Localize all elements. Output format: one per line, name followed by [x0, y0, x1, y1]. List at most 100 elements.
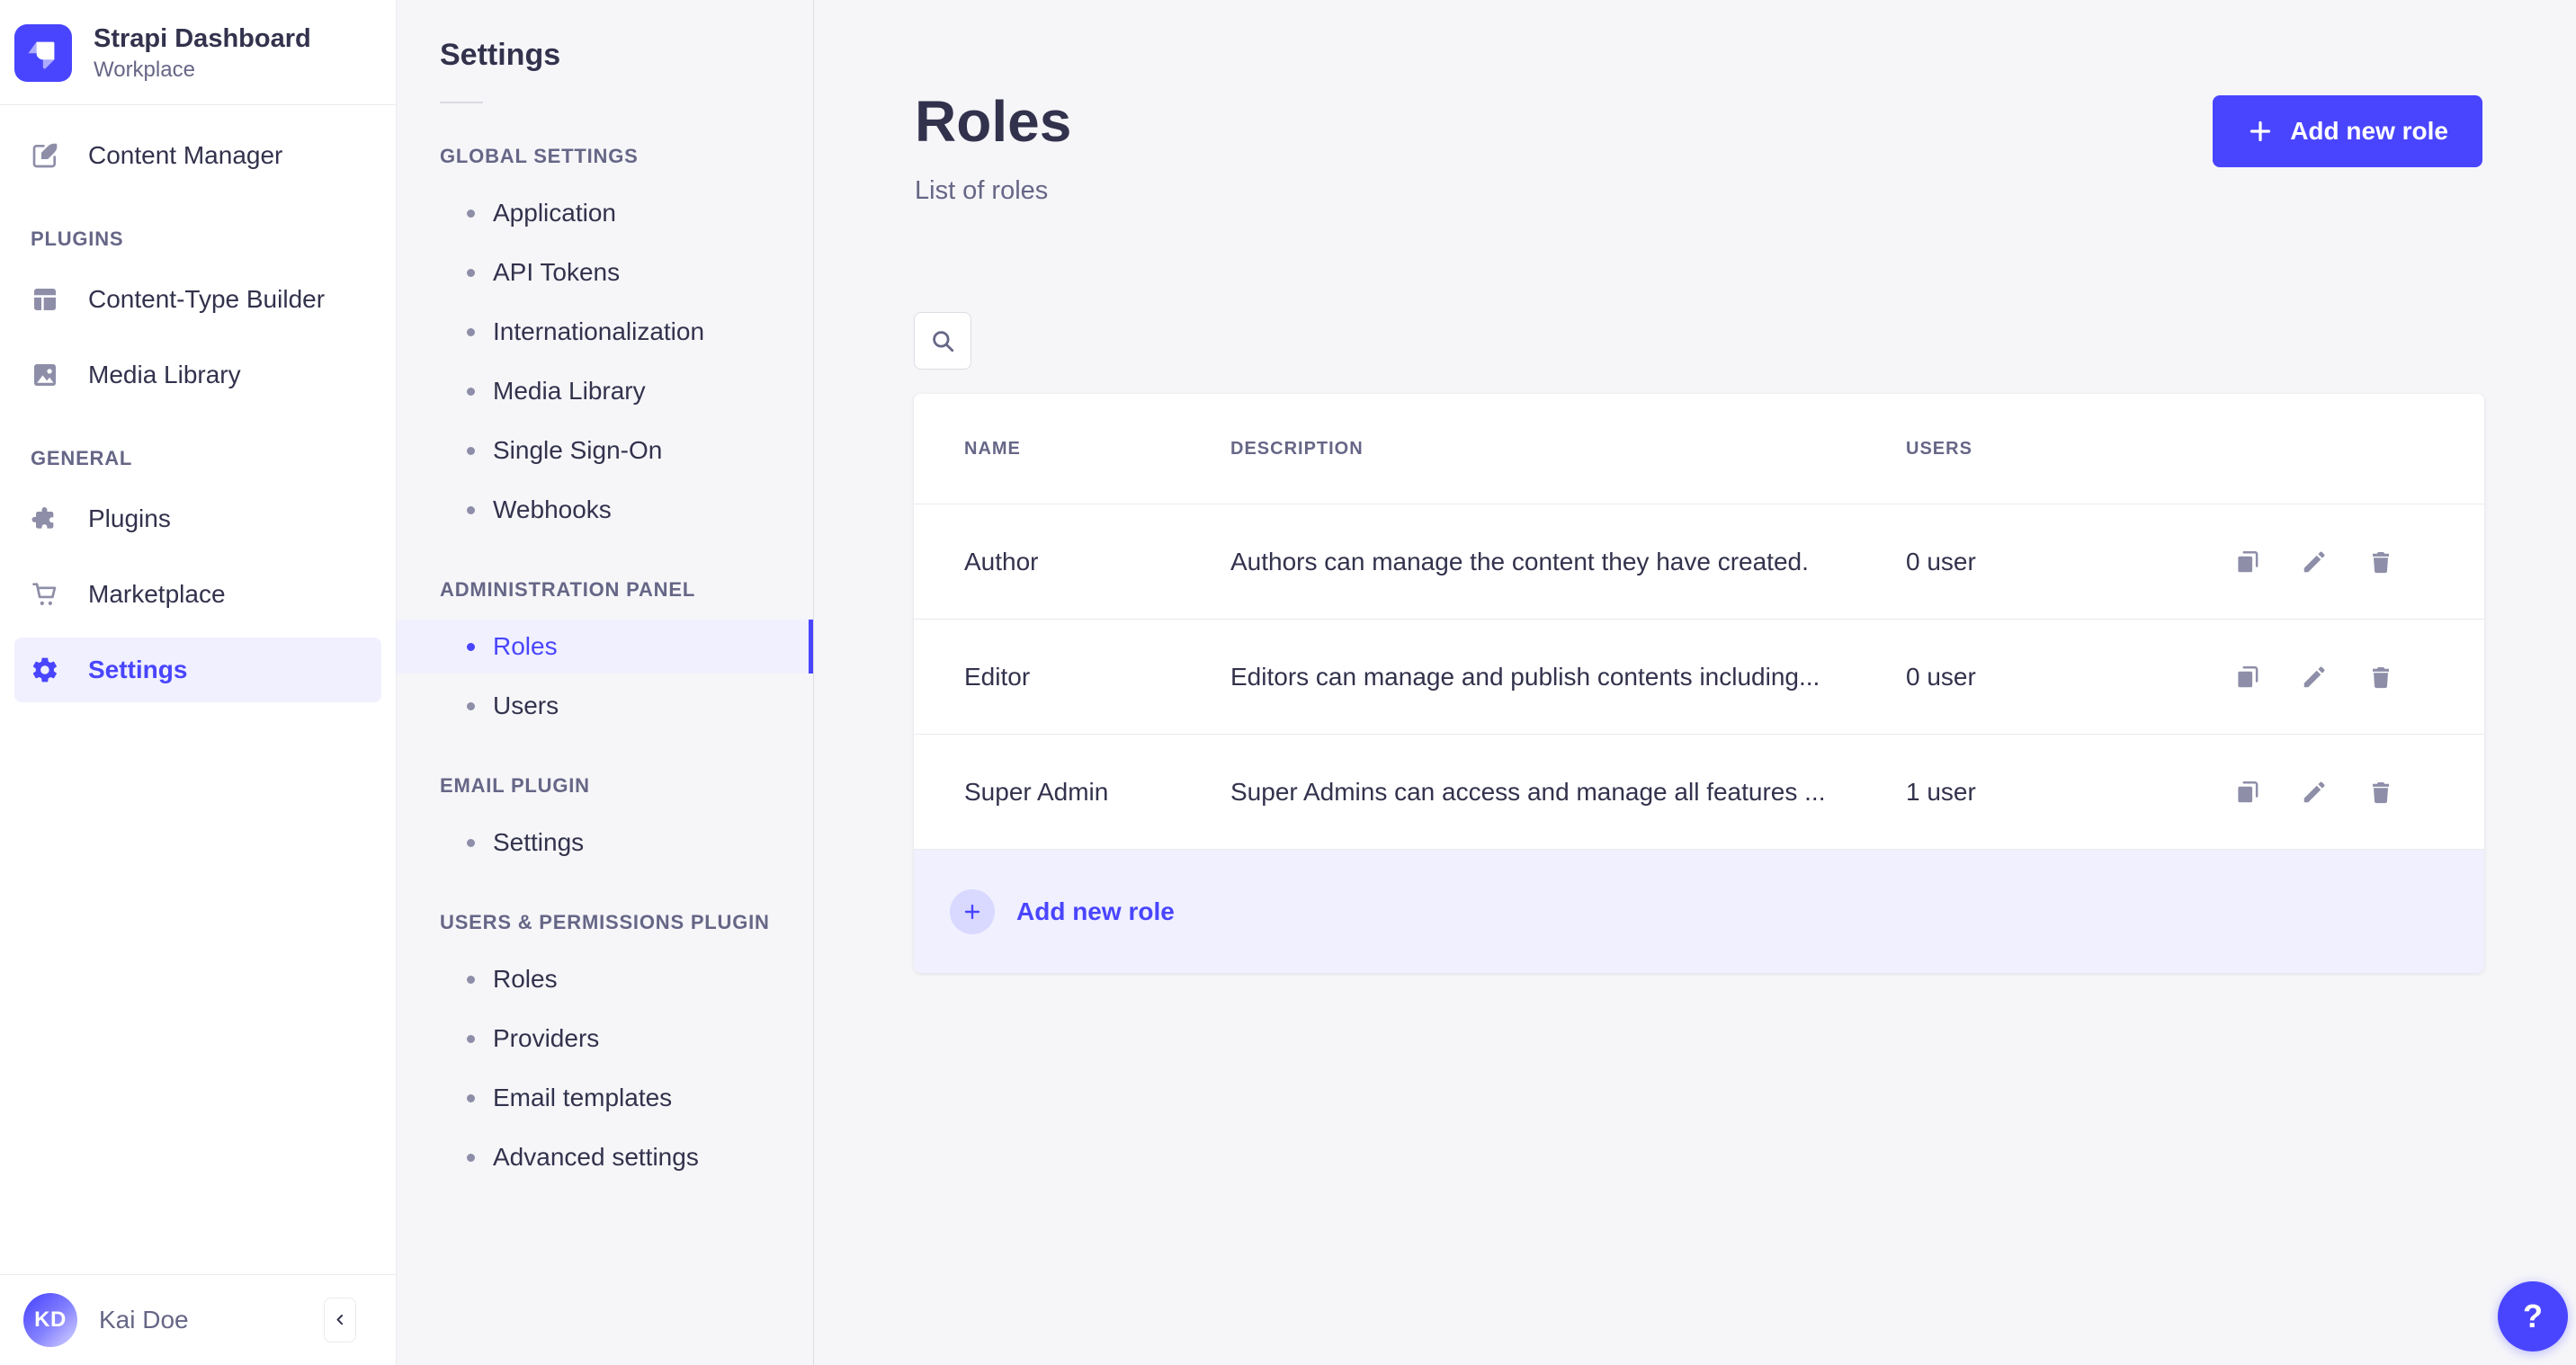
- table-footer-add-role-label: Add new role: [1016, 897, 1175, 925]
- duplicate-button[interactable]: [2234, 549, 2261, 575]
- chevron-left-icon: [331, 1311, 349, 1329]
- subnav-title: Settings: [440, 38, 561, 72]
- subnav-item-label: Roles: [493, 965, 558, 993]
- plus-icon: [2247, 118, 2274, 145]
- sidebar-item-content-manager[interactable]: Content Manager: [14, 123, 381, 188]
- help-button[interactable]: ?: [2498, 1281, 2568, 1352]
- duplicate-button[interactable]: [2234, 664, 2261, 691]
- add-new-role-button[interactable]: Add new role: [2213, 95, 2482, 167]
- edit-button[interactable]: [2301, 779, 2328, 806]
- cell-name: Editor: [964, 662, 1031, 691]
- bullet-icon: [467, 975, 475, 984]
- subnav-item-email-plugin-settings[interactable]: Settings: [397, 816, 813, 870]
- subnav-item-label: Application: [493, 199, 616, 227]
- subnav-item-global-settings-application[interactable]: Application: [397, 186, 813, 240]
- plus-icon: [962, 902, 982, 922]
- bullet-icon: [467, 1093, 475, 1102]
- cell-description: Editors can manage and publish contents …: [1230, 662, 1820, 691]
- bullet-icon: [467, 209, 475, 218]
- sidebar-nav: Content Manager PLUGINS Content-Type Build…: [0, 105, 396, 1274]
- app-root: Strapi Dashboard Workplace Content Manag…: [0, 0, 2576, 1365]
- search-button[interactable]: [914, 312, 971, 370]
- brand-title: Strapi Dashboard: [94, 24, 311, 53]
- row-actions: [2142, 549, 2484, 575]
- sidebar-item-plugins[interactable]: Plugins: [14, 486, 381, 551]
- cell-users: 1 user: [1906, 777, 1976, 806]
- subnav-item-label: Users: [493, 691, 559, 719]
- subnav-item-administration-panel-roles[interactable]: Roles: [397, 620, 813, 674]
- bullet-icon: [467, 642, 475, 651]
- brand-subtitle: Workplace: [94, 57, 195, 82]
- bullet-icon: [467, 446, 475, 455]
- pen-icon: [31, 141, 59, 170]
- puzzle-icon: [31, 504, 59, 533]
- collapse-sidebar-button[interactable]: [324, 1298, 356, 1343]
- help-button-label: ?: [2523, 1298, 2543, 1334]
- sidebar-item-media-library[interactable]: Media Library: [14, 343, 381, 407]
- strapi-logo-icon: [14, 23, 72, 82]
- main-sidebar: Strapi Dashboard Workplace Content Manag…: [0, 0, 397, 1365]
- settings-subnav: Settings GLOBAL SETTINGS Application API T…: [397, 0, 814, 1365]
- sidebar-item-settings[interactable]: Settings: [14, 637, 381, 702]
- subnav-item-users-permissions-plugin-email-templates[interactable]: Email templates: [397, 1071, 813, 1125]
- subnav-item-global-settings-webhooks[interactable]: Webhooks: [397, 483, 813, 537]
- brand[interactable]: Strapi Dashboard Workplace: [0, 0, 396, 104]
- subnav-item-global-settings-single-sign-on[interactable]: Single Sign-On: [397, 424, 813, 477]
- subnav-item-users-permissions-plugin-providers[interactable]: Providers: [397, 1012, 813, 1066]
- gear-icon: [31, 656, 59, 684]
- bullet-icon: [467, 838, 475, 847]
- duplicate-button[interactable]: [2234, 779, 2261, 806]
- bullet-icon: [467, 505, 475, 514]
- bullet-icon: [467, 701, 475, 710]
- table-row-editor[interactable]: Editor Editors can manage and publish con…: [914, 620, 2484, 735]
- table-row-author[interactable]: Author Authors can manage the content the…: [914, 504, 2484, 620]
- avatar[interactable]: KD: [23, 1293, 77, 1347]
- roles-table-card: NAME DESCRIPTION USERS Author Authors can m…: [914, 394, 2484, 973]
- edit-button[interactable]: [2301, 549, 2328, 575]
- table-body: Author Authors can manage the content the…: [914, 504, 2484, 850]
- edit-button[interactable]: [2301, 664, 2328, 691]
- table-row-super-admin[interactable]: Super Admin Super Admins can access and m…: [914, 735, 2484, 850]
- row-actions: [2142, 779, 2484, 806]
- cart-icon: [31, 580, 59, 609]
- search-icon: [929, 327, 956, 354]
- bullet-icon: [467, 387, 475, 396]
- sidebar-footer: KD Kai Doe: [0, 1274, 396, 1365]
- page-title: Roles: [915, 89, 1072, 154]
- subnav-item-label: Media Library: [493, 377, 646, 405]
- duplicate-icon: [2234, 779, 2261, 806]
- sidebar-item-marketplace[interactable]: Marketplace: [14, 562, 381, 627]
- subnav-item-administration-panel-users[interactable]: Users: [397, 679, 813, 733]
- layout-icon: [31, 285, 59, 314]
- delete-icon: [2367, 779, 2394, 806]
- edit-icon: [2301, 779, 2328, 806]
- subnav-item-global-settings-api-tokens[interactable]: API Tokens: [397, 245, 813, 299]
- delete-icon: [2367, 549, 2394, 575]
- subnav-item-users-permissions-plugin-advanced-settings[interactable]: Advanced settings: [397, 1130, 813, 1184]
- sidebar-item-label: Content Manager: [88, 140, 283, 169]
- subnav-item-label: API Tokens: [493, 258, 621, 286]
- sidebar-item-label: Settings: [88, 655, 188, 683]
- subnav-item-label: Settings: [493, 828, 585, 856]
- subnav-section-label-users-permissions-plugin: USERS & PERMISSIONS PLUGIN: [440, 911, 770, 933]
- subnav-section-label-email-plugin: EMAIL PLUGIN: [440, 774, 590, 797]
- subnav-section-label-administration-panel: ADMINISTRATION PANEL: [440, 578, 696, 601]
- sidebar-item-content-type-builder[interactable]: Content-Type Builder: [14, 267, 381, 332]
- delete-button[interactable]: [2367, 664, 2394, 691]
- main-content: Roles List of roles Add new role NAME DES…: [814, 0, 2576, 1365]
- subnav-item-users-permissions-plugin-roles[interactable]: Roles: [397, 952, 813, 1006]
- brand-text: Strapi Dashboard Workplace: [94, 23, 311, 83]
- column-header-users: USERS: [1906, 438, 1972, 459]
- add-new-role-button-label: Add new role: [2290, 117, 2448, 145]
- delete-button[interactable]: [2367, 549, 2394, 575]
- subnav-item-label: Single Sign-On: [493, 436, 663, 464]
- image-icon: [31, 361, 59, 389]
- page-subtitle: List of roles: [915, 176, 1049, 205]
- subnav-item-global-settings-internationalization[interactable]: Internationalization: [397, 305, 813, 359]
- cell-users: 0 user: [1906, 662, 1976, 691]
- table-header-row: NAME DESCRIPTION USERS: [914, 394, 2484, 504]
- subnav-item-global-settings-media-library[interactable]: Media Library: [397, 364, 813, 418]
- table-footer-add-role[interactable]: Add new role: [914, 850, 2484, 973]
- sidebar-item-label: Media Library: [88, 360, 241, 388]
- delete-button[interactable]: [2367, 779, 2394, 806]
